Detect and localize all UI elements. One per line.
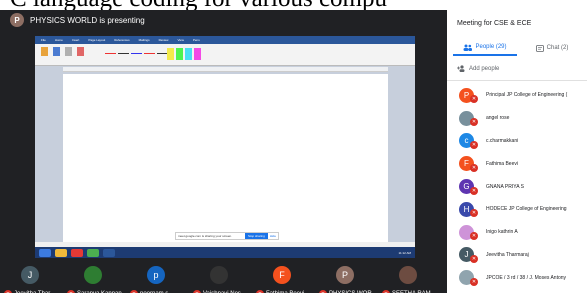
person-name: JPCOE / 3 rd / 38 / J. Moses Antony (486, 274, 567, 281)
side-panel: Meeting for CSE & ECE People (29) Chat (… (447, 10, 587, 293)
participant-avatar (210, 266, 228, 284)
mic-off-icon: ✕ (470, 163, 478, 172)
cyan-highlighter-icon (185, 48, 192, 60)
people-list-item[interactable]: G ✕ GNANA PRIYA S (447, 175, 587, 198)
ribbon-tab[interactable]: Pens (193, 38, 200, 42)
participant-avatar (84, 266, 102, 284)
people-list-item[interactable]: J ✕ Jeevitha Tharmaraj (447, 244, 587, 267)
media-icon[interactable] (71, 248, 83, 257)
start-icon[interactable] (39, 248, 51, 257)
participant-avatar: P (336, 266, 354, 284)
presenter-label: PHYSICS WORLD is presenting (30, 15, 145, 25)
ribbon-tab[interactable]: References (114, 38, 129, 42)
participant-tile[interactable]: ✕Saranya Kannan (63, 263, 126, 293)
ribbon-tab[interactable]: File (41, 38, 46, 42)
lasso-icon (77, 47, 84, 56)
select-icon (65, 47, 72, 56)
chrome-icon[interactable] (87, 248, 99, 257)
sharing-text: meet.google.com is sharing your screen. (178, 234, 233, 238)
participant-tile[interactable]: ✕Vaishnavi Nes... (189, 263, 252, 293)
ribbon-tab[interactable]: Page Layout (88, 38, 105, 42)
word-icon[interactable] (103, 248, 115, 257)
stop-sharing-button[interactable]: Stop sharing (244, 233, 268, 239)
eraser-icon (41, 47, 48, 56)
participant-tile[interactable]: P✕PHYSICS WOR... (315, 263, 378, 293)
people-icon (463, 44, 473, 51)
mic-off-icon: ✕ (470, 118, 478, 127)
participant-tile[interactable]: p✕poornam s (126, 263, 189, 293)
mic-off-icon: ✕ (470, 95, 478, 104)
person-name: Jeevitha Tharmaraj (486, 251, 529, 258)
panel-title: Meeting for CSE & ECE (457, 20, 532, 27)
participant-tile[interactable]: J✕Jeevitha Thar... (0, 263, 63, 293)
ribbon-tab[interactable]: Review (159, 38, 169, 42)
hide-button[interactable]: Hide (270, 234, 276, 238)
people-list-item[interactable]: H ✕ HODECE JP College of Engineering (447, 198, 587, 221)
people-list-item[interactable]: ✕ angel rose (447, 107, 587, 130)
people-list-item[interactable]: ✕ Inigo kathrin A (447, 221, 587, 244)
explorer-icon[interactable] (55, 248, 67, 257)
add-person-icon (457, 65, 465, 72)
mic-off-icon: ✕ (470, 277, 478, 286)
pen-gallery (105, 48, 168, 54)
highlighter-icon (53, 47, 60, 56)
person-name: Inigo kathrin A (486, 229, 518, 236)
person-name: angel rose (486, 115, 510, 122)
people-list-item[interactable]: c ✕ c.charmakkani (447, 130, 587, 153)
person-name: GNANA PRIYA S (486, 183, 524, 190)
presenter-avatar: P (10, 13, 24, 27)
mic-off-icon: ✕ (470, 186, 478, 195)
tab-chat[interactable]: Chat (2) (517, 40, 587, 56)
ribbon-tab[interactable]: Mailings (139, 38, 150, 42)
person-name: c.charmakkani (486, 137, 519, 144)
people-list-item[interactable]: P ✕ Principal JP College of Engineering ( (447, 84, 587, 107)
mic-off-icon: ✕ (470, 209, 478, 218)
participant-avatar: F (273, 266, 291, 284)
tab-people-label: People (29) (475, 44, 507, 50)
windows-taskbar: 11:12 AM (35, 247, 415, 258)
yellow-highlighter-icon (167, 48, 174, 60)
shared-screen: File Home Insert Page Layout References Maili… (35, 36, 415, 258)
participant-avatar (399, 266, 417, 284)
ribbon-tab[interactable]: Home (55, 38, 63, 42)
ruler (63, 67, 388, 72)
pink-highlighter-icon (194, 48, 201, 60)
mic-off-icon: ✕ (470, 254, 478, 263)
panel-divider (447, 80, 587, 81)
add-people-button[interactable]: Add people (457, 65, 499, 72)
participant-strip: J✕Jeevitha Thar...✕Saranya Kannanp✕poorn… (0, 263, 447, 293)
tab-chat-label: Chat (2) (546, 45, 569, 51)
tab-people[interactable]: People (29) (453, 40, 517, 56)
sharing-banner: meet.google.com is sharing your screen. … (175, 232, 279, 240)
person-name: Fathima Beevi (486, 160, 518, 167)
participant-avatar: p (147, 266, 165, 284)
participant-tile[interactable]: F✕Fathima Beevi (252, 263, 315, 293)
taskbar-clock: 11:12 AM (398, 250, 411, 255)
people-list-item[interactable]: F ✕ Fathima Beevi (447, 152, 587, 175)
people-list-item[interactable]: ✕ JPCOE / 3 rd / 38 / J. Moses Antony (447, 266, 587, 289)
ribbon-tabs: File Home Insert Page Layout References Maili… (35, 36, 415, 44)
people-list: P ✕ Principal JP College of Engineering (✕… (447, 84, 587, 289)
green-highlighter-icon (176, 48, 183, 60)
participant-tile[interactable]: ✕SEETHA RAM... (378, 263, 441, 293)
ribbon-tab[interactable]: Insert (72, 38, 80, 42)
presenter-bar: P PHYSICS WORLD is presenting (0, 10, 447, 30)
add-people-label: Add people (469, 65, 500, 72)
chat-icon (535, 44, 544, 52)
ribbon-tab[interactable]: View (177, 38, 183, 42)
meeting-stage: P PHYSICS WORLD is presenting File Home In… (0, 10, 447, 293)
mic-off-icon: ✕ (470, 232, 478, 241)
document-page[interactable] (63, 74, 388, 242)
person-name: Principal JP College of Engineering ( (486, 92, 568, 99)
person-name: HODECE JP College of Engineering (486, 206, 567, 213)
ribbon-toolbar (35, 44, 415, 66)
participant-avatar: J (21, 266, 39, 284)
mic-off-icon: ✕ (470, 140, 478, 149)
